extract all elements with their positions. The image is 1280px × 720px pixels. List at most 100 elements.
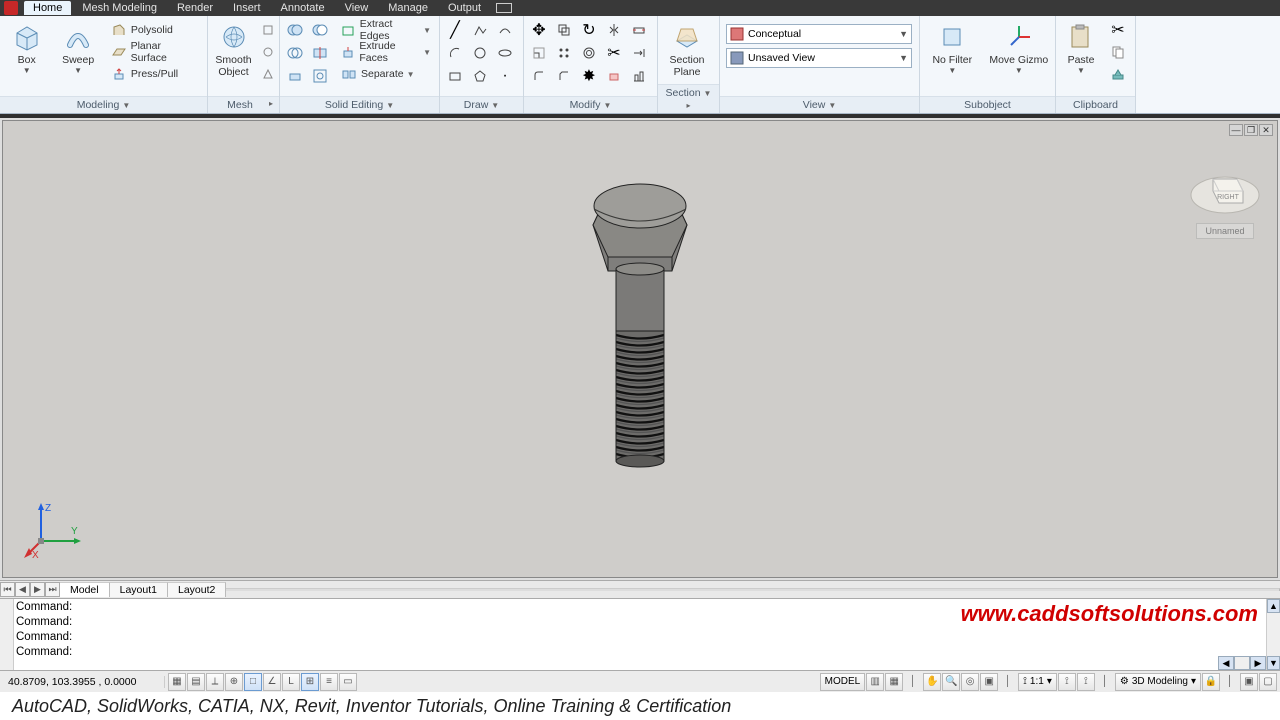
- layout-tab-layout2[interactable]: Layout2: [168, 582, 226, 597]
- point-icon[interactable]: ·: [493, 65, 517, 87]
- spline-icon[interactable]: [493, 19, 517, 41]
- visual-style-combo[interactable]: Conceptual ▼: [726, 24, 912, 44]
- command-line[interactable]: Command:: [16, 645, 1264, 660]
- lock-ui-icon[interactable]: 🔒: [1202, 673, 1220, 691]
- trim-icon[interactable]: ✂: [602, 42, 626, 64]
- cut-icon[interactable]: ✂: [1107, 19, 1129, 41]
- lwt-toggle[interactable]: ≡: [320, 673, 338, 691]
- smooth-object-button[interactable]: Smooth Object: [211, 19, 256, 81]
- rectangle-icon[interactable]: [443, 65, 467, 87]
- video-icon[interactable]: [496, 3, 512, 13]
- circle-icon[interactable]: [468, 42, 492, 64]
- ortho-toggle[interactable]: ⟂: [206, 673, 224, 691]
- union-icon[interactable]: [283, 19, 307, 41]
- extract-edges-button[interactable]: Extract Edges▼: [336, 19, 436, 41]
- hscroll-track[interactable]: [1234, 656, 1250, 670]
- mesh-refine-icon[interactable]: [260, 63, 276, 85]
- menu-tab-view[interactable]: View: [336, 1, 378, 15]
- ducs-toggle[interactable]: L: [282, 673, 300, 691]
- quickview-drawings-icon[interactable]: ▦: [885, 673, 903, 691]
- mesh-more-icon[interactable]: [260, 19, 276, 41]
- tab-last-icon[interactable]: ⏭: [45, 582, 60, 597]
- imprint-icon[interactable]: [308, 65, 332, 87]
- arc-icon[interactable]: [443, 42, 467, 64]
- viewcube-icon[interactable]: RIGHT: [1187, 161, 1263, 217]
- tab-first-icon[interactable]: ⏮: [0, 582, 15, 597]
- match-props-icon[interactable]: [1107, 63, 1129, 85]
- offset-icon[interactable]: [577, 42, 601, 64]
- panel-title-section[interactable]: Section▼ ▸: [658, 84, 719, 113]
- snap-toggle[interactable]: ▦: [168, 673, 186, 691]
- tab-next-icon[interactable]: ▶: [30, 582, 45, 597]
- slice-icon[interactable]: [308, 42, 332, 64]
- steering-wheel-icon[interactable]: ◎: [961, 673, 979, 691]
- hscroll-left-icon[interactable]: ◀: [1218, 656, 1234, 670]
- explode-icon[interactable]: ✸: [577, 65, 601, 87]
- no-filter-button[interactable]: No Filter▼: [923, 19, 982, 78]
- panel-title-view[interactable]: View▼: [720, 96, 919, 113]
- showmotion-icon[interactable]: ▣: [980, 673, 998, 691]
- osnap-toggle[interactable]: □: [244, 673, 262, 691]
- dyn-toggle[interactable]: ⊞: [301, 673, 319, 691]
- layout-tab-model[interactable]: Model: [60, 582, 110, 597]
- polysolid-button[interactable]: Polysolid: [106, 19, 204, 41]
- window-close-icon[interactable]: ✕: [1259, 124, 1273, 136]
- vscroll-up-icon[interactable]: ▲: [1267, 599, 1280, 613]
- command-gutter[interactable]: [0, 599, 14, 670]
- layout-tab-layout1[interactable]: Layout1: [110, 582, 168, 597]
- named-view-combo[interactable]: Unsaved View ▼: [726, 48, 912, 68]
- hscroll-right-icon[interactable]: ▶: [1250, 656, 1266, 670]
- menu-tab-manage[interactable]: Manage: [379, 1, 437, 15]
- app-logo[interactable]: [4, 1, 18, 15]
- scale-icon[interactable]: [527, 42, 551, 64]
- chamfer-icon[interactable]: [552, 65, 576, 87]
- vscroll-down-icon[interactable]: ▼: [1267, 656, 1280, 670]
- box-button[interactable]: Box ▼: [3, 19, 50, 78]
- fillet-icon[interactable]: [527, 65, 551, 87]
- menu-tab-mesh-modeling[interactable]: Mesh Modeling: [73, 1, 166, 15]
- otrack-toggle[interactable]: ∠: [263, 673, 281, 691]
- menu-tab-annotate[interactable]: Annotate: [272, 1, 334, 15]
- menu-tab-render[interactable]: Render: [168, 1, 222, 15]
- move-icon[interactable]: ✥: [527, 19, 551, 41]
- copy-icon[interactable]: [552, 19, 576, 41]
- tab-prev-icon[interactable]: ◀: [15, 582, 30, 597]
- line-icon[interactable]: ╱: [443, 19, 467, 41]
- stretch-icon[interactable]: [627, 19, 651, 41]
- panel-title-draw[interactable]: Draw▼: [440, 96, 523, 113]
- workspace-button[interactable]: ⚙ 3D Modeling ▾: [1115, 673, 1201, 691]
- viewcube[interactable]: RIGHT Unnamed: [1185, 161, 1265, 239]
- bolt-model[interactable]: [560, 161, 720, 491]
- menu-tab-home[interactable]: Home: [24, 1, 71, 15]
- command-window[interactable]: Command: Command: Command: Command: www.…: [0, 598, 1280, 670]
- erase-icon[interactable]: [602, 65, 626, 87]
- sweep-button[interactable]: Sweep ▼: [54, 19, 101, 78]
- window-restore-icon[interactable]: ❐: [1244, 124, 1258, 136]
- vscroll-track[interactable]: [1267, 613, 1280, 656]
- array-icon[interactable]: [552, 42, 576, 64]
- panel-title-solid-editing[interactable]: Solid Editing▼: [280, 96, 439, 113]
- rotate-icon[interactable]: ↻: [577, 19, 601, 41]
- menu-tab-insert[interactable]: Insert: [224, 1, 270, 15]
- grid-toggle[interactable]: ▤: [187, 673, 205, 691]
- mirror-icon[interactable]: [602, 19, 626, 41]
- clean-screen-icon[interactable]: ▢: [1259, 673, 1277, 691]
- window-minimize-icon[interactable]: —: [1229, 124, 1243, 136]
- move-gizmo-button[interactable]: Move Gizmo▼: [986, 19, 1052, 78]
- extend-icon[interactable]: [627, 42, 651, 64]
- zoom-icon[interactable]: 🔍: [942, 673, 960, 691]
- paste-button[interactable]: Paste▼: [1059, 19, 1103, 78]
- viewcube-label[interactable]: Unnamed: [1196, 223, 1253, 239]
- polygon-icon[interactable]: [468, 65, 492, 87]
- qp-toggle[interactable]: ▭: [339, 673, 357, 691]
- annotation-autoscale-icon[interactable]: ⟟: [1077, 673, 1095, 691]
- drawing-area[interactable]: — ❐ ✕ RIGHT Unnamed: [2, 120, 1278, 578]
- intersect-icon[interactable]: [283, 42, 307, 64]
- subtract-icon[interactable]: [308, 19, 332, 41]
- annotation-scale-button[interactable]: ⟟ 1:1 ▾: [1018, 673, 1057, 691]
- panel-title-modeling[interactable]: Modeling▼: [0, 96, 207, 113]
- align-icon[interactable]: [627, 65, 651, 87]
- thicken-icon[interactable]: [283, 65, 307, 87]
- mesh-less-icon[interactable]: [260, 41, 276, 63]
- menu-tab-output[interactable]: Output: [439, 1, 490, 15]
